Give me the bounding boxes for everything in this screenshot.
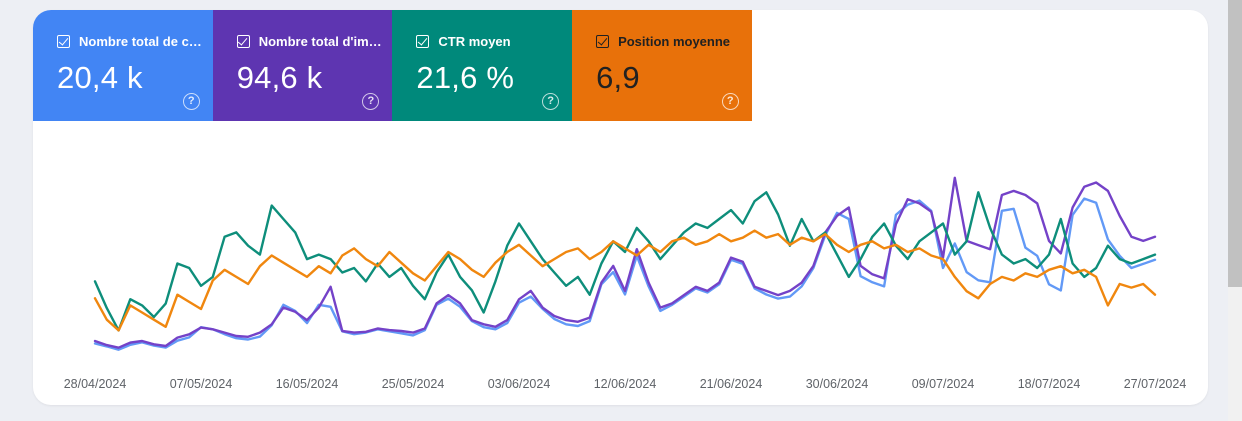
help-icon[interactable]: ?	[542, 93, 560, 110]
card-value: 20,4 k	[57, 60, 143, 95]
help-icon[interactable]: ?	[182, 93, 200, 110]
checkbox-checked-icon[interactable]	[57, 35, 70, 48]
x-axis-label: 27/07/2024	[1124, 377, 1187, 391]
chart-canvas[interactable]: 28/04/2024 07/05/2024 16/05/2024 25/05/2024…	[33, 148, 1208, 400]
card-value: 6,9	[596, 60, 640, 95]
card-label-row: Nombre total d'im…	[236, 34, 393, 49]
performance-chart[interactable]: 28/04/2024 07/05/2024 16/05/2024 25/05/2024…	[33, 148, 1208, 400]
card-total-clicks[interactable]: Nombre total de c… 20,4 k ?	[33, 10, 213, 121]
scrollbar-thumb[interactable]	[1228, 0, 1242, 287]
x-axis-label: 18/07/2024	[1018, 377, 1081, 391]
card-average-position[interactable]: Position moyenne 6,9 ?	[572, 10, 752, 121]
help-icon[interactable]: ?	[721, 93, 739, 110]
vertical-scrollbar[interactable]	[1228, 0, 1242, 421]
x-axis-label: 09/07/2024	[912, 377, 975, 391]
card-label-row: Position moyenne	[596, 34, 752, 49]
card-label: Position moyenne	[618, 34, 731, 49]
performance-panel: Nombre total de c… 20,4 k ? Nombre total…	[33, 10, 1208, 405]
x-axis-label: 30/06/2024	[806, 377, 869, 391]
checkbox-checked-icon[interactable]	[236, 35, 250, 48]
card-label: CTR moyen	[438, 34, 511, 49]
series-line-ctr-moyen	[93, 191, 1157, 332]
x-axis-label: 28/04/2024	[64, 377, 127, 391]
metric-cards: Nombre total de c… 20,4 k ? Nombre total…	[33, 10, 752, 121]
x-axis-label: 03/06/2024	[488, 377, 551, 391]
card-label-row: CTR moyen	[416, 34, 572, 49]
x-axis-label: 21/06/2024	[700, 377, 763, 391]
card-average-ctr[interactable]: CTR moyen 21,6 % ?	[392, 10, 573, 121]
card-label-row: Nombre total de c…	[57, 34, 213, 49]
card-value: 94,6 k	[236, 60, 323, 95]
card-value: 21,6 %	[416, 60, 515, 95]
card-label: Nombre total de c…	[79, 34, 202, 49]
x-axis-label: 07/05/2024	[170, 377, 233, 391]
checkbox-checked-icon[interactable]	[596, 35, 610, 48]
help-icon[interactable]: ?	[362, 93, 380, 110]
x-axis-label: 16/05/2024	[276, 377, 339, 391]
x-axis-label: 25/05/2024	[382, 377, 445, 391]
card-label: Nombre total d'im…	[258, 34, 382, 49]
card-total-impressions[interactable]: Nombre total d'im… 94,6 k ?	[212, 10, 393, 121]
x-axis-label: 12/06/2024	[594, 377, 657, 391]
series-line-nombre-total-d-impressions	[93, 176, 1157, 349]
checkbox-checked-icon[interactable]	[416, 35, 430, 48]
